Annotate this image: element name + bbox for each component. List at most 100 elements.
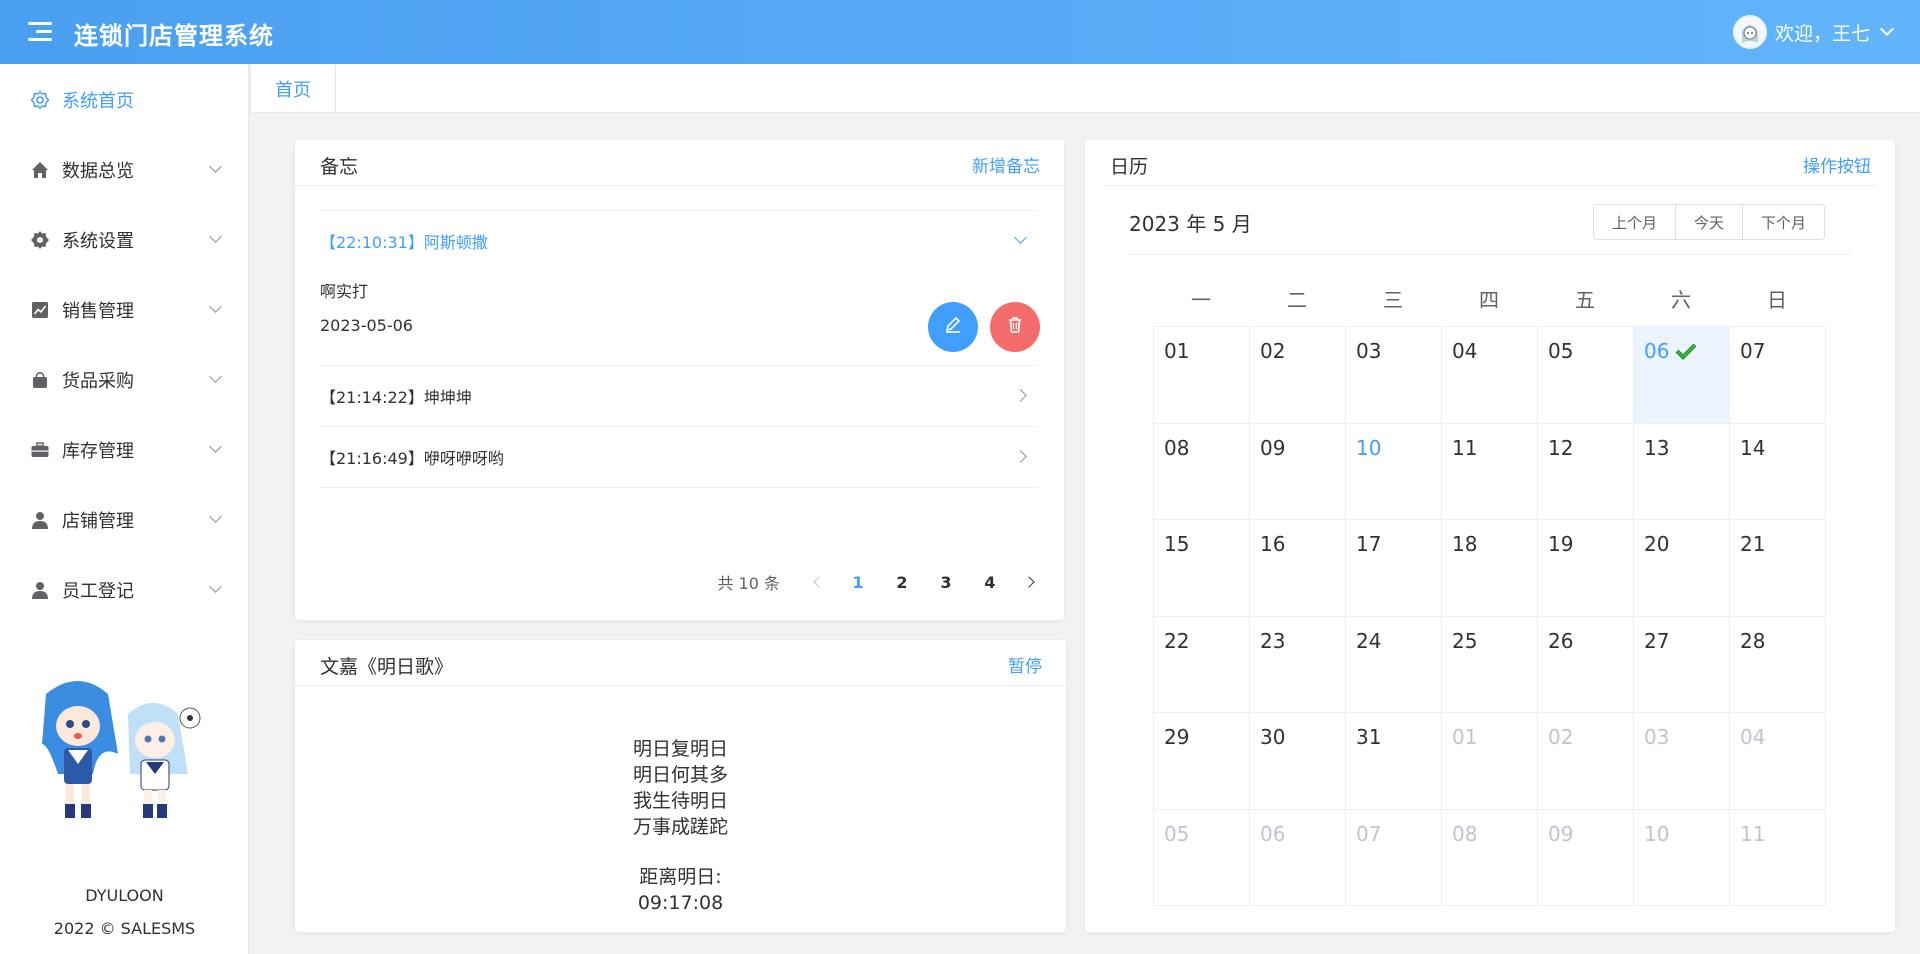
calendar-day-cell[interactable]: 08 (1442, 809, 1538, 906)
sidebar-item-system-settings[interactable]: 系统设置 (0, 212, 248, 268)
calendar-day-cell[interactable]: 16 (1250, 520, 1346, 617)
calendar-day-number: 20 (1644, 532, 1670, 556)
calendar-day-number: 11 (1740, 821, 1766, 846)
calendar-day-cell[interactable]: 31 (1346, 713, 1442, 810)
prev-page-button[interactable] (802, 568, 836, 596)
user-icon (30, 510, 50, 530)
calendar-day-cell[interactable]: 02 (1250, 327, 1346, 424)
calendar-day-cell[interactable]: 07 (1346, 809, 1442, 906)
page-button[interactable]: 1 (836, 568, 880, 596)
weekday-label: 日 (1767, 288, 1787, 312)
briefcase-icon (30, 440, 50, 460)
next-page-button[interactable] (1012, 568, 1046, 596)
calendar-day-cell[interactable]: 15 (1154, 520, 1250, 617)
calendar-day-cell[interactable]: 26 (1538, 616, 1634, 713)
sidebar-item-staff[interactable]: 员工登记 (0, 562, 248, 618)
pause-link[interactable]: 暂停 (1008, 652, 1042, 677)
calendar-day-cell[interactable]: 19 (1538, 520, 1634, 617)
page-button[interactable]: 3 (924, 568, 968, 596)
user-icon (30, 580, 50, 600)
calendar-day-number: 28 (1740, 628, 1766, 653)
calendar-day-cell[interactable]: 09 (1538, 809, 1634, 906)
calendar-day-cell[interactable]: 05 (1154, 809, 1250, 906)
calendar-day-cell[interactable]: 09 (1250, 423, 1346, 520)
calendar-day-cell[interactable]: 06 (1250, 809, 1346, 906)
calendar-day-cell[interactable]: 04 (1442, 327, 1538, 424)
calendar-day-cell[interactable]: 07 (1730, 327, 1826, 424)
calendar-day-number: 01 (1164, 339, 1190, 363)
calendar-day-cell[interactable]: 17 (1346, 520, 1442, 617)
calendar-day-cell[interactable]: 11 (1442, 423, 1538, 520)
calendar-day-cell[interactable]: 30 (1250, 713, 1346, 810)
calendar-day-cell[interactable]: 01 (1154, 327, 1250, 424)
avatar[interactable] (1732, 15, 1767, 49)
menu-toggle-icon[interactable] (28, 20, 52, 44)
prev-month-button[interactable]: 上个月 (1594, 205, 1675, 239)
chevron-down-icon[interactable] (1879, 21, 1895, 37)
calendar-day-cell[interactable]: 24 (1346, 616, 1442, 713)
top-header: 连锁门店管理系统 欢迎，王七 (0, 0, 1920, 64)
calendar-day-cell[interactable]: 20 (1634, 520, 1730, 617)
chevron-down-icon (209, 510, 222, 523)
calendar-day-number: 04 (1740, 725, 1766, 749)
calendar-day-cell[interactable]: 08 (1154, 423, 1250, 520)
calendar-day-cell[interactable]: 13 (1634, 423, 1730, 520)
page-button[interactable]: 2 (880, 568, 924, 596)
countdown-time: 09:17:08 (637, 892, 724, 914)
memo-item-header[interactable]: 【21:16:49】咿呀咿呀哟 (320, 427, 1039, 487)
memo-item-content: 啊实打 (320, 282, 369, 301)
calendar-day-cell[interactable]: 25 (1442, 616, 1538, 713)
calendar-day-cell[interactable]: 22 (1154, 616, 1250, 713)
edit-memo-button[interactable] (928, 302, 978, 352)
add-memo-link[interactable]: 新增备忘 (972, 152, 1040, 177)
sidebar-item-data-overview[interactable]: 数据总览 (0, 142, 248, 198)
sidebar-item-sales[interactable]: 销售管理 (0, 282, 248, 338)
sidebar-item-label: 货品采购 (62, 371, 134, 392)
calendar-day-number: 14 (1740, 435, 1766, 460)
memo-item-header[interactable]: 【22:10:31】阿斯顿撒 (320, 211, 1039, 271)
sidebar-item-home[interactable]: 系统首页 (0, 72, 248, 128)
calendar-day-cell[interactable]: 29 (1154, 713, 1250, 810)
calendar-day-cell[interactable]: 18 (1442, 520, 1538, 617)
calendar-day-cell[interactable]: 10 (1634, 809, 1730, 906)
calendar-day-cell[interactable]: 14 (1730, 423, 1826, 520)
calendar-day-cell[interactable]: 28 (1730, 616, 1826, 713)
calendar-day-cell[interactable]: 06 (1634, 327, 1730, 424)
calendar-day-number: 09 (1260, 435, 1286, 460)
calendar-day-cell[interactable]: 02 (1538, 713, 1634, 810)
calendar-day-cell[interactable]: 03 (1346, 327, 1442, 424)
user-menu[interactable]: 欢迎，王七 (1732, 14, 1895, 50)
calendar-day-number: 30 (1260, 725, 1286, 749)
page-button[interactable]: 4 (968, 568, 1012, 596)
calendar-day-cell[interactable]: 12 (1538, 423, 1634, 520)
checkmark-icon (1675, 341, 1697, 365)
calendar-day-number: 17 (1356, 532, 1382, 556)
sidebar-item-inventory[interactable]: 库存管理 (0, 422, 248, 478)
today-button[interactable]: 今天 (1674, 205, 1742, 239)
calendar-day-cell[interactable]: 01 (1442, 713, 1538, 810)
calendar-day-number: 22 (1164, 628, 1190, 653)
delete-memo-button[interactable] (990, 302, 1040, 352)
calendar-day-cell[interactable]: 23 (1250, 616, 1346, 713)
divider (1129, 254, 1851, 255)
calendar-day-cell[interactable]: 03 (1634, 713, 1730, 810)
calendar-day-cell[interactable]: 05 (1538, 327, 1634, 424)
memo-item-title: 【21:16:49】咿呀咿呀哟 (320, 449, 504, 468)
calendar-day-cell[interactable]: 11 (1730, 809, 1826, 906)
tab-home[interactable]: 首页 (250, 64, 336, 113)
calendar-action-link[interactable]: 操作按钮 (1803, 152, 1871, 177)
poem-lines: 明日复明日 明日何其多 我生待明日 万事成蹉跎 (295, 736, 1066, 840)
calendar-day-cell[interactable]: 04 (1730, 713, 1826, 810)
calendar-day-cell[interactable]: 27 (1634, 616, 1730, 713)
calendar-day-cell[interactable]: 21 (1730, 520, 1826, 617)
calendar-day-number: 07 (1740, 339, 1766, 363)
memo-item-header[interactable]: 【21:14:22】坤坤坤 (320, 366, 1039, 426)
sidebar-item-purchase[interactable]: 货品采购 (0, 352, 248, 408)
next-month-button[interactable]: 下个月 (1741, 205, 1824, 239)
weekday-label: 三 (1383, 288, 1403, 312)
calendar-day-number: 25 (1452, 628, 1478, 653)
memo-item-title: 【21:14:22】坤坤坤 (320, 388, 472, 407)
memo-item-date: 2023-05-06 (320, 316, 413, 335)
sidebar-item-stores[interactable]: 店铺管理 (0, 492, 248, 548)
calendar-day-cell[interactable]: 10 (1346, 423, 1442, 520)
